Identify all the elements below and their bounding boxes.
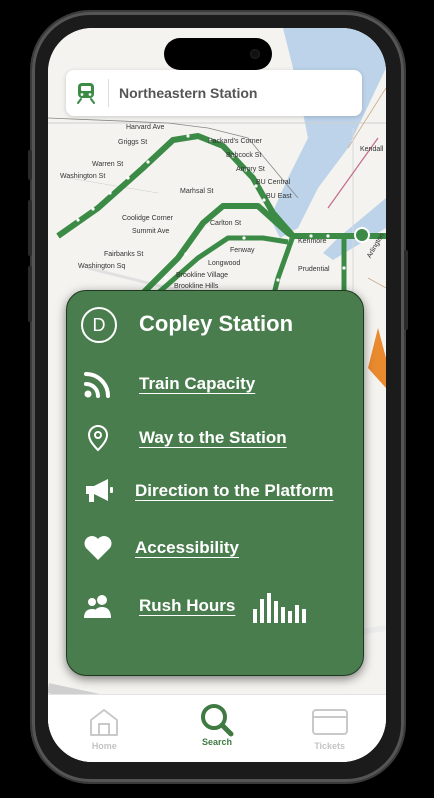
- map-label: Brookline Hills: [174, 283, 219, 290]
- tab-search-label: Search: [201, 737, 232, 747]
- map-label: Kendall: [360, 146, 384, 153]
- map-label: Griggs St: [118, 139, 148, 146]
- map-label: Longwood: [208, 260, 241, 267]
- map-label: BU Central: [256, 179, 291, 186]
- phone-side-button: [28, 150, 32, 180]
- station-info-card: D Copley Station Train Capacity Way to t…: [66, 290, 364, 676]
- users-icon: [81, 591, 115, 621]
- rush-hours-row[interactable]: Rush Hours: [67, 589, 365, 623]
- tab-search[interactable]: Search: [177, 704, 257, 762]
- map-label: Warren St: [92, 161, 124, 168]
- map-label: Washington St: [60, 173, 106, 180]
- bottom-tab-bar: Home Search Tickets: [48, 694, 386, 762]
- train-capacity-link[interactable]: Train Capacity: [139, 374, 255, 394]
- phone-power-button: [404, 250, 408, 330]
- header-divider: [108, 79, 109, 107]
- map-label: Amory St: [236, 166, 265, 173]
- megaphone-icon: [81, 476, 115, 506]
- map-label: Kenmore: [298, 238, 327, 245]
- home-icon: [90, 709, 119, 736]
- phone-side-button: [28, 200, 32, 256]
- app-screen: Harvard Ave Packard's Corner Griggs St B…: [48, 28, 386, 762]
- map-label: Marhsal St: [180, 188, 214, 195]
- station-header[interactable]: Northeastern Station: [66, 70, 362, 116]
- ticket-icon: [311, 709, 348, 735]
- map-label: Summit Ave: [132, 228, 170, 235]
- map-label: BU East: [266, 193, 292, 200]
- header-title: Northeastern Station: [119, 85, 258, 101]
- map-label: Prudential: [298, 266, 330, 273]
- train-capacity-row[interactable]: Train Capacity: [67, 367, 365, 401]
- tab-home-label: Home: [91, 741, 117, 751]
- way-to-station-link[interactable]: Way to the Station: [139, 428, 287, 448]
- tab-tickets[interactable]: Tickets: [290, 707, 370, 762]
- tab-home[interactable]: Home: [64, 707, 144, 762]
- phone-side-button: [28, 266, 32, 322]
- accessibility-link[interactable]: Accessibility: [135, 538, 239, 558]
- map-label: Carlton St: [210, 220, 242, 227]
- heart-icon: [81, 533, 115, 563]
- dynamic-island: [164, 38, 272, 70]
- rush-hours-link[interactable]: Rush Hours: [139, 596, 235, 616]
- map-label: Packard's Corner: [208, 138, 262, 145]
- train-icon: [77, 83, 95, 104]
- search-icon: [200, 704, 234, 737]
- map-label: Babcock St: [226, 152, 262, 159]
- map-label: Washington Sq: [78, 263, 126, 270]
- line-badge: D: [81, 307, 117, 343]
- map-label: Brookline Village: [176, 272, 229, 279]
- direction-platform-row[interactable]: Direction to the Platform: [67, 474, 365, 508]
- station-name: Copley Station: [139, 311, 294, 336]
- way-to-station-row[interactable]: Way to the Station: [67, 421, 365, 455]
- map-label: Fairbanks St: [104, 251, 144, 258]
- map-label: Harvard Ave: [126, 124, 165, 131]
- map-label: Fenway: [230, 247, 255, 254]
- accessibility-row[interactable]: Accessibility: [67, 531, 365, 565]
- direction-platform-link[interactable]: Direction to the Platform: [135, 481, 333, 501]
- location-pin-icon: [81, 423, 115, 453]
- tab-tickets-label: Tickets: [314, 741, 346, 751]
- map-label: Coolidge Corner: [122, 215, 173, 222]
- wifi-signal-icon: [81, 369, 115, 399]
- rush-hours-bar-chart: [253, 593, 306, 623]
